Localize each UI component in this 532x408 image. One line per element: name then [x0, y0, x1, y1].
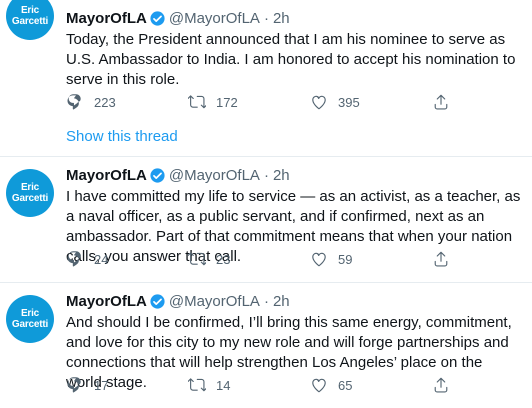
avatar-text-line: Eric	[20, 5, 40, 16]
share-icon	[434, 251, 448, 267]
reply-icon	[67, 377, 81, 393]
tweet[interactable]: Eric Garcetti MayorOfLA @MayorOfLA · 2h …	[0, 0, 532, 156]
avatar[interactable]: Eric Garcetti	[6, 0, 54, 40]
tweet[interactable]: Eric Garcetti MayorOfLA @MayorOfLA · 2h …	[0, 282, 532, 408]
share-icon	[434, 377, 448, 393]
tweet-header: MayorOfLA @MayorOfLA · 2h	[66, 8, 522, 28]
like-button[interactable]: 395	[310, 93, 432, 111]
reply-button[interactable]: 17	[66, 376, 188, 394]
reply-icon	[67, 94, 81, 110]
retweet-button[interactable]: 14	[188, 376, 310, 394]
avatar-text-line: Eric	[20, 308, 40, 319]
like-count: 59	[338, 251, 353, 267]
separator-dot: ·	[263, 292, 269, 310]
display-name[interactable]: MayorOfLA	[66, 293, 147, 310]
retweet-icon	[188, 252, 206, 266]
reply-button[interactable]: 24	[66, 250, 188, 268]
show-thread-link[interactable]: Show this thread	[66, 128, 178, 145]
tweet-actions: 17 14 65	[66, 375, 466, 395]
reply-count: 24	[94, 251, 109, 267]
user-handle[interactable]: @MayorOfLA	[169, 167, 260, 184]
retweet-icon	[188, 378, 206, 392]
tweet-header: MayorOfLA @MayorOfLA · 2h	[66, 165, 522, 185]
user-handle[interactable]: @MayorOfLA	[169, 293, 260, 310]
heart-icon	[312, 378, 326, 393]
avatar-text-line: Garcetti	[11, 16, 49, 27]
separator-dot: ·	[263, 166, 269, 184]
avatar[interactable]: Eric Garcetti	[6, 295, 54, 343]
timestamp[interactable]: 2h	[273, 167, 290, 184]
heart-icon	[312, 95, 326, 110]
avatar[interactable]: Eric Garcetti	[6, 169, 54, 217]
tweet-header: MayorOfLA @MayorOfLA · 2h	[66, 291, 522, 311]
tweet-actions: 24 23 59	[66, 249, 466, 269]
retweet-button[interactable]: 172	[188, 93, 310, 111]
retweet-icon	[188, 95, 206, 109]
share-button[interactable]	[432, 250, 462, 268]
display-name[interactable]: MayorOfLA	[66, 167, 147, 184]
reply-count: 17	[94, 377, 109, 393]
reply-button[interactable]: 223	[66, 93, 188, 111]
timestamp[interactable]: 2h	[273, 293, 290, 310]
reply-icon	[67, 251, 81, 267]
tweet-text: Today, the President announced that I am…	[66, 31, 516, 88]
tweet-feed: Eric Garcetti MayorOfLA @MayorOfLA · 2h …	[0, 0, 532, 408]
retweet-count: 14	[216, 377, 231, 393]
share-button[interactable]	[432, 376, 462, 394]
display-name[interactable]: MayorOfLA	[66, 10, 147, 27]
retweet-count: 172	[216, 94, 238, 110]
timestamp[interactable]: 2h	[273, 10, 290, 27]
like-count: 395	[338, 94, 360, 110]
heart-icon	[312, 252, 326, 267]
avatar-text-line: Garcetti	[11, 319, 49, 330]
reply-count: 223	[94, 94, 116, 110]
like-button[interactable]: 59	[310, 250, 432, 268]
avatar-text-line: Garcetti	[11, 193, 49, 204]
like-count: 65	[338, 377, 353, 393]
user-handle[interactable]: @MayorOfLA	[169, 10, 260, 27]
avatar-text-line: Eric	[20, 182, 40, 193]
share-icon	[434, 94, 448, 110]
tweet[interactable]: Eric Garcetti MayorOfLA @MayorOfLA · 2h …	[0, 156, 532, 282]
like-button[interactable]: 65	[310, 376, 432, 394]
retweet-count: 23	[216, 251, 231, 267]
tweet-actions: 223 172 395	[66, 92, 466, 112]
retweet-button[interactable]: 23	[188, 250, 310, 268]
verified-badge-icon	[149, 293, 166, 310]
verified-badge-icon	[149, 10, 166, 27]
separator-dot: ·	[263, 9, 269, 27]
verified-badge-icon	[149, 167, 166, 184]
share-button[interactable]	[432, 93, 462, 111]
tweet-body: MayorOfLA @MayorOfLA · 2h Today, the Pre…	[66, 8, 522, 90]
